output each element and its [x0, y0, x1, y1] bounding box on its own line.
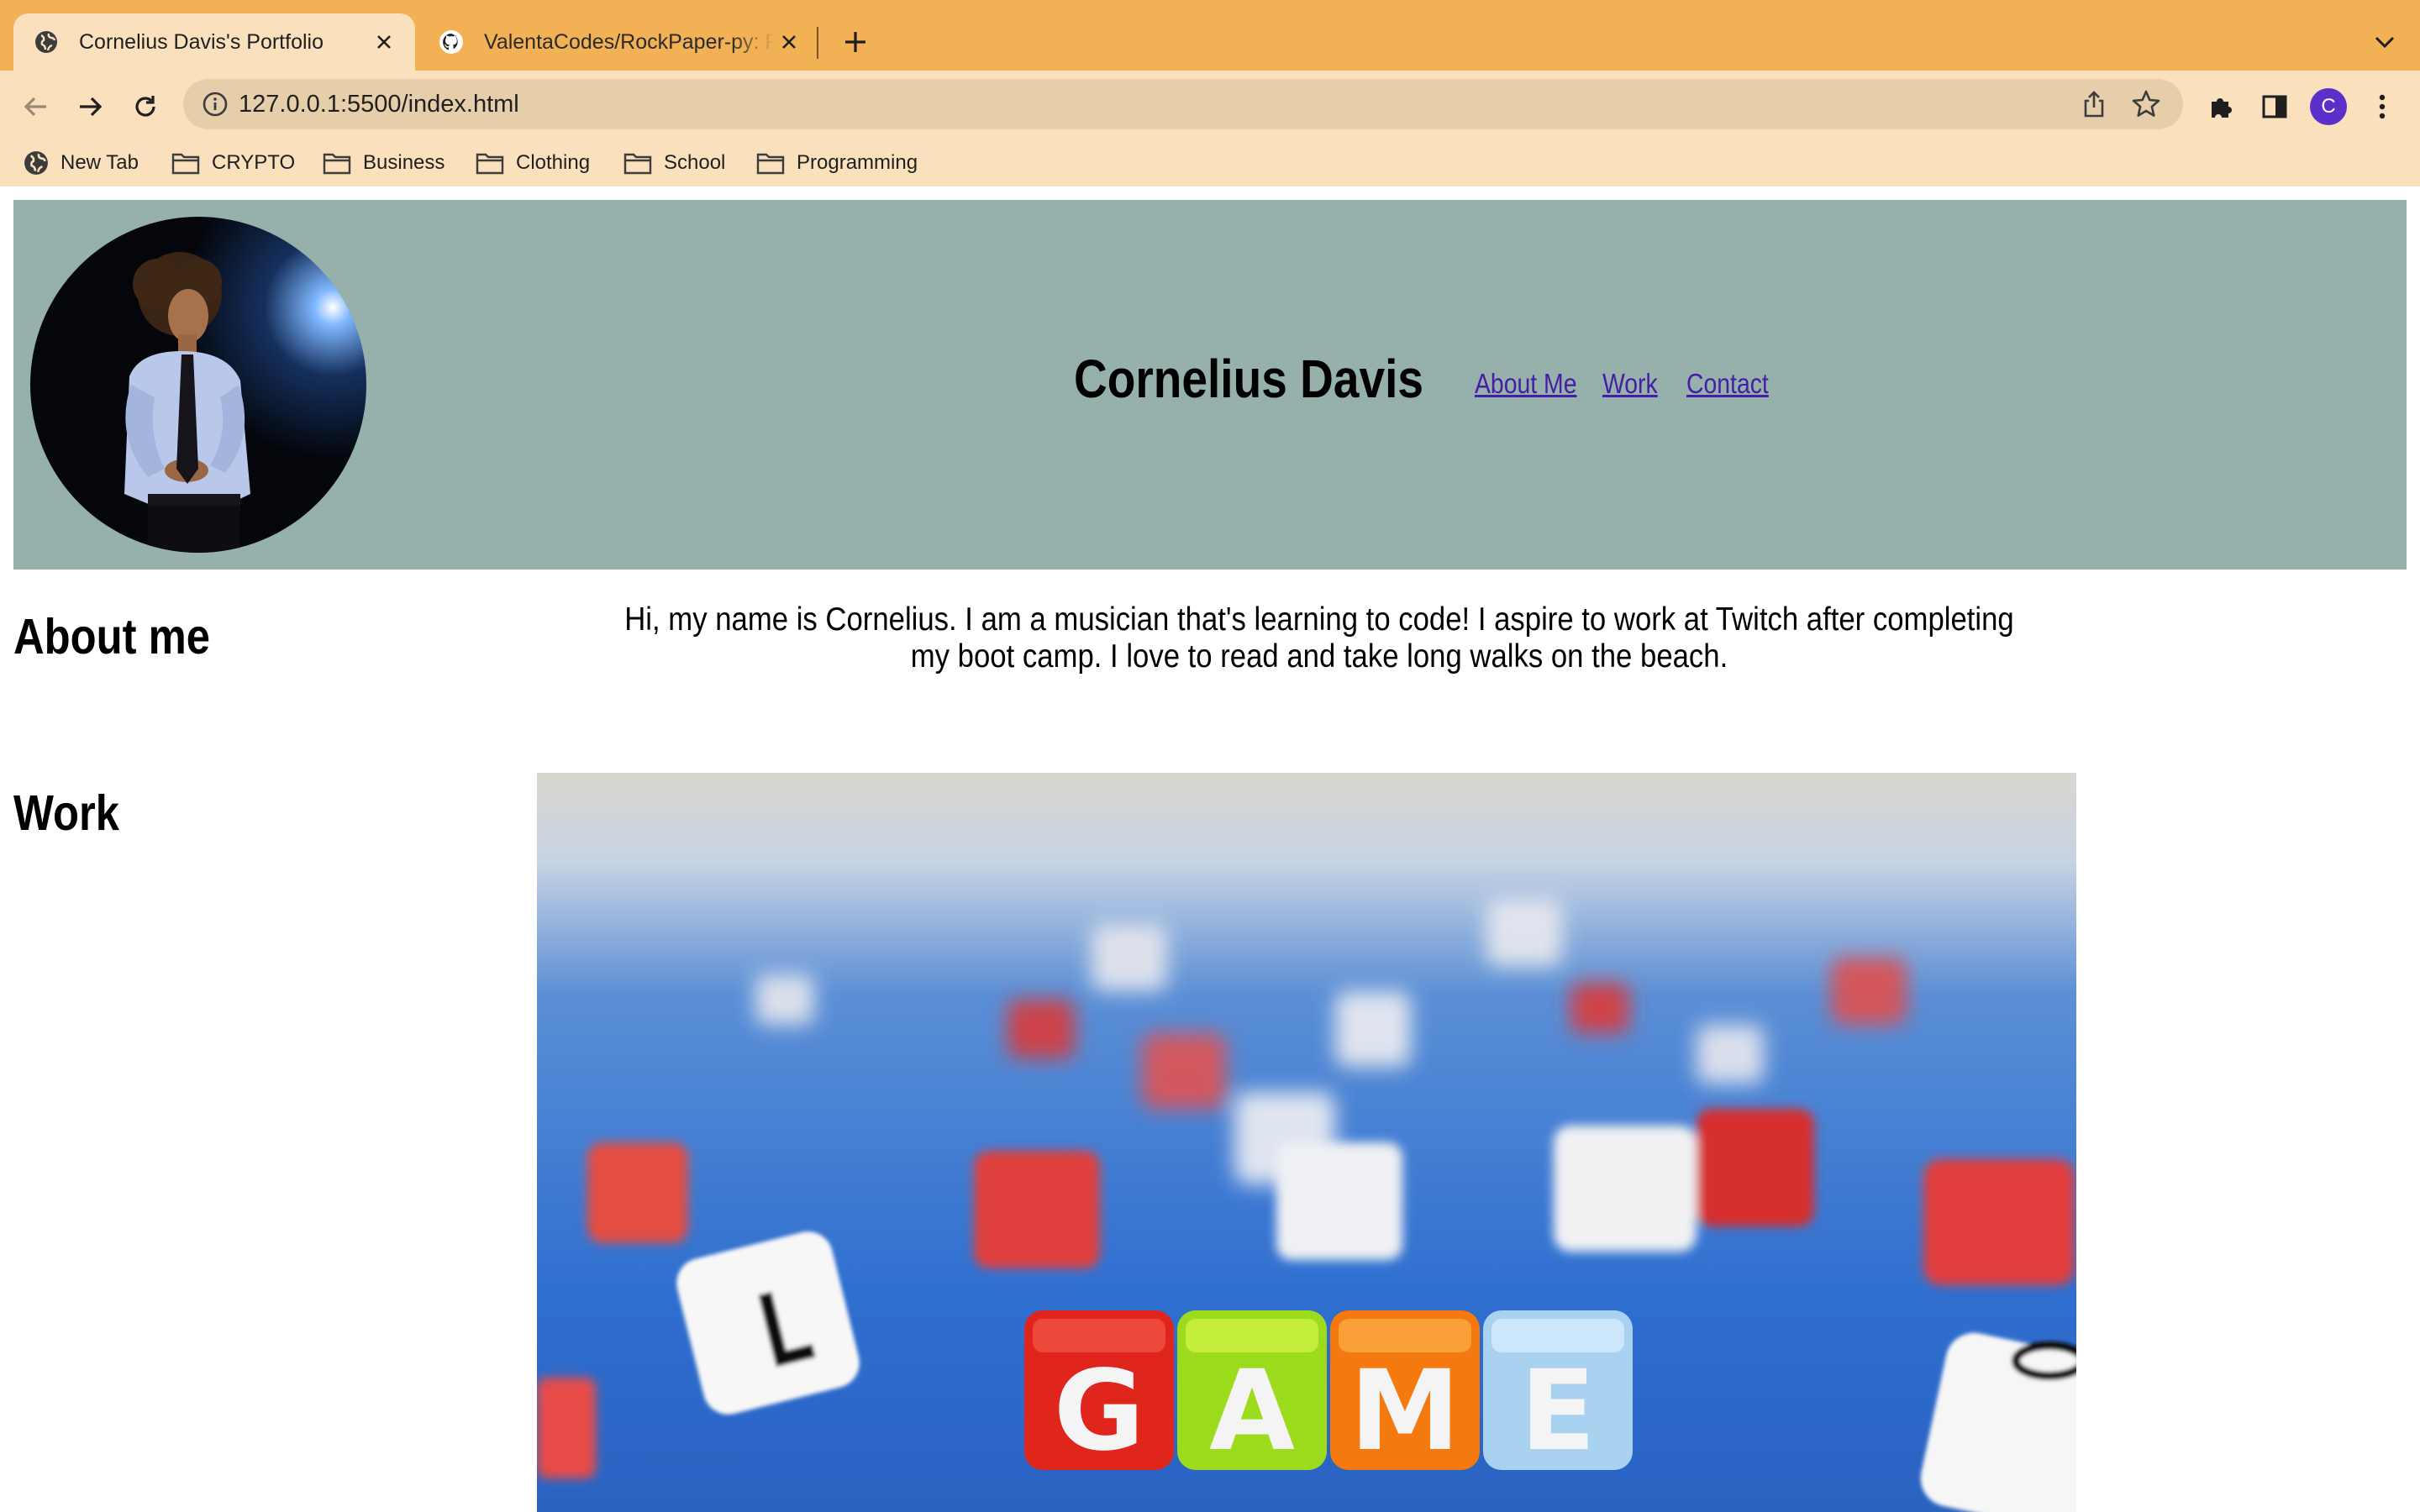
bookmark-folder-clothing[interactable]: Clothing [476, 146, 590, 180]
folder-icon [623, 153, 652, 175]
dice-letter-g: G [1054, 1347, 1144, 1476]
plus-icon [845, 32, 865, 52]
bookmarks-bar: New Tab CRYPTO Business Clothing School … [0, 138, 2420, 188]
back-button[interactable] [13, 84, 59, 129]
page-viewport: Cornelius Davis About Me Work Contact Ab… [0, 186, 2420, 1512]
bookmark-label: Programming [797, 151, 918, 174]
browser-toolbar: 127.0.0.1:5500/index.html C New Tab CRYP… [0, 71, 2420, 257]
menu-button[interactable] [2360, 84, 2405, 129]
page-title: Cornelius Davis [1074, 349, 1423, 409]
site-header: Cornelius Davis About Me Work Contact [13, 200, 2407, 570]
folder-icon [756, 153, 785, 175]
nav-link-contact[interactable]: Contact [1686, 368, 1769, 400]
tab-portfolio[interactable]: Cornelius Davis's Portfolio [13, 13, 415, 71]
new-tab-button[interactable] [837, 24, 874, 60]
address-bar[interactable]: 127.0.0.1:5500/index.html [183, 79, 2183, 129]
bookmark-folder-crypto[interactable]: CRYPTO [171, 146, 295, 180]
profile-button[interactable]: C [2306, 84, 2351, 129]
url-text[interactable]: 127.0.0.1:5500/index.html [239, 91, 519, 118]
dice-letter-m: M [1349, 1347, 1460, 1476]
work-heading: Work [13, 785, 119, 841]
star-icon[interactable] [2131, 89, 2161, 119]
extensions-button[interactable] [2198, 84, 2244, 129]
folder-icon [171, 153, 200, 175]
reload-button[interactable] [123, 84, 168, 129]
profile-initial: C [2321, 95, 2336, 118]
dice-letter-a: A [1209, 1347, 1295, 1476]
folder-icon [323, 153, 351, 175]
github-icon [439, 29, 464, 55]
bookmark-label: New Tab [60, 151, 139, 174]
tab-title: ValentaCodes/RockPaper-py: R [484, 29, 775, 54]
bookmark-label: Business [363, 151, 445, 174]
bookmark-folder-school[interactable]: School [623, 146, 725, 180]
tab-github[interactable]: ValentaCodes/RockPaper-py: R [418, 13, 820, 71]
bookmark-label: Clothing [516, 151, 591, 174]
about-paragraph: Hi, my name is Cornelius. I am a musicia… [624, 601, 2014, 675]
bookmark-label: School [664, 151, 726, 174]
puzzle-icon [2212, 98, 2232, 118]
bookmark-folder-programming[interactable]: Programming [756, 146, 918, 180]
arrow-left-icon [24, 97, 46, 117]
tab-search-button[interactable] [2366, 24, 2403, 60]
about-heading: About me [13, 609, 210, 664]
nav-link-about-me[interactable]: About Me [1475, 368, 1576, 400]
tab-title: Cornelius Davis's Portfolio [79, 29, 324, 54]
close-icon[interactable] [370, 28, 398, 56]
folder-icon [476, 153, 504, 175]
bookmark-new-tab[interactable]: New Tab [24, 146, 139, 180]
side-panel-icon [2262, 95, 2287, 118]
chevron-down-icon [2375, 36, 2395, 49]
reload-icon [135, 96, 155, 117]
tab-separator [817, 27, 818, 59]
dice-letter-e: E [1520, 1347, 1596, 1476]
globe-icon [24, 151, 48, 175]
profile-photo [30, 217, 366, 553]
kebab-menu-icon [2379, 94, 2386, 119]
side-panel-button[interactable] [2252, 84, 2297, 129]
tab-strip: Cornelius Davis's Portfolio ValentaCodes… [0, 0, 2420, 71]
bookmark-label: CRYPTO [212, 151, 296, 174]
bookmark-folder-business[interactable]: Business [323, 146, 445, 180]
info-icon[interactable] [202, 91, 229, 118]
close-icon[interactable] [775, 28, 803, 56]
arrow-right-icon [80, 97, 103, 117]
share-icon[interactable] [2079, 89, 2109, 119]
forward-button[interactable] [67, 84, 113, 129]
globe-icon [34, 29, 59, 55]
nav-link-work[interactable]: Work [1602, 368, 1658, 400]
work-project-image[interactable]: G A M E [537, 773, 2076, 1512]
